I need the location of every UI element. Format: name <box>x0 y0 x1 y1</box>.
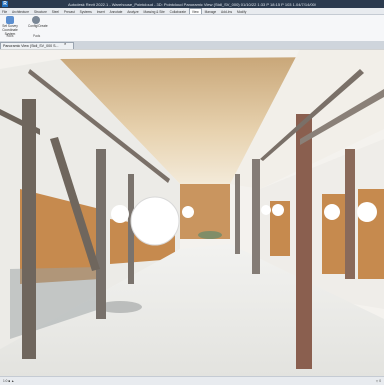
view-tab-label: Panoramic View (Stdl_SV_000 S... <box>3 44 59 48</box>
ribbon-tabs: File Architecture Structure Steel Precas… <box>0 8 384 15</box>
window-title: Autodesk Revit 2022.1 - Warehouse_Pointc… <box>67 1 316 7</box>
config-create-label: Config/Create <box>28 24 48 28</box>
survey-icon <box>6 16 14 24</box>
panel-label-pads: Pads <box>33 34 41 38</box>
status-left-text: 1:0 ■ ▲ <box>3 379 15 383</box>
filter-status[interactable]: ▽ 0 <box>376 379 381 383</box>
config-create-button[interactable]: Config/Create <box>28 16 48 28</box>
tab-view[interactable]: View <box>188 8 202 14</box>
close-icon[interactable]: × <box>64 41 66 46</box>
pointcloud-viewport[interactable] <box>0 49 384 376</box>
view-tab-bar: Panoramic View (Stdl_SV_000 S... × <box>0 41 384 50</box>
ribbon-panel: Set Survey Coordinate System Config/Crea… <box>0 15 384 42</box>
gear-icon <box>32 16 40 24</box>
pointcloud-render <box>0 49 384 376</box>
panel-label-tools: Tools <box>6 34 14 38</box>
title-bar: R Autodesk Revit 2022.1 - Warehouse_Poin… <box>0 0 384 8</box>
set-survey-coordinate-button[interactable]: Set Survey Coordinate System <box>2 16 18 36</box>
